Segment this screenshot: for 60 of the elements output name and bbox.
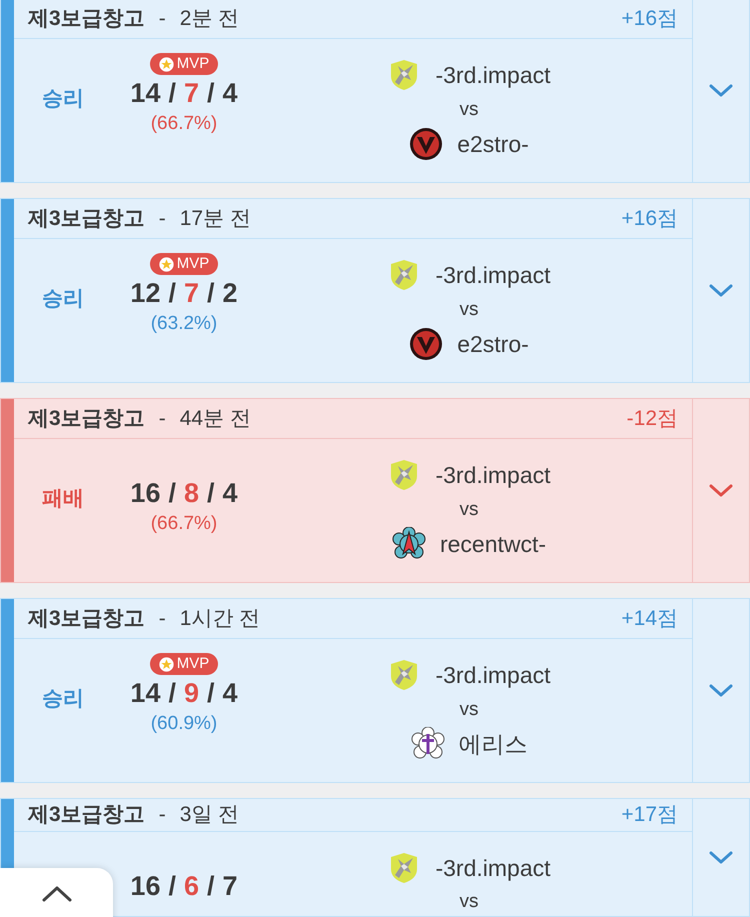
time-ago: 2분 전 [180,6,240,32]
separator: - [158,206,166,232]
star-icon [158,656,174,672]
team-name: e2stro- [457,330,529,359]
time-ago: 3일 전 [180,802,240,828]
versus-label: vs [460,698,478,722]
team-name: e2stro- [457,130,529,159]
chevron-down-icon [709,850,733,864]
map-name: 제3보급창고 [28,206,145,232]
time-ago: 17분 전 [180,206,251,232]
result-label: 승리 [42,87,84,110]
separator: - [158,802,166,828]
scroll-top-button[interactable] [0,868,113,917]
points-change: -12점 [626,406,678,432]
chevron-down-icon [709,484,733,498]
chevron-down-icon [709,684,733,698]
kill-share: (66.7%) [150,112,218,136]
separator: - [158,406,166,432]
chevron-down-icon [709,284,733,298]
points-change: +16점 [621,6,678,32]
mvp-badge: MVP [150,53,218,75]
map-name: 제3보급창고 [28,802,145,828]
time-ago: 1시간 전 [180,606,260,632]
star-icon [158,256,174,272]
points-change: +16점 [621,206,678,232]
separator: - [158,606,166,632]
result-label: 승리 [42,687,84,710]
chevron-down-icon [709,84,733,98]
kill-share: (66.7%) [150,512,218,536]
kda-score: 16 / 6 / 7 [130,870,238,902]
time-ago: 44분 전 [180,406,251,432]
kda-score: 12 / 7 / 2 [130,277,238,310]
map-name: 제3보급창고 [28,606,145,632]
kill-share: (60.9%) [150,712,218,736]
map-name: 제3보급창고 [28,6,145,32]
star-icon [158,56,174,72]
caret-up-icon [42,886,72,902]
map-name: 제3보급창고 [28,406,145,432]
mvp-badge: MVP [150,253,218,275]
kill-share: (63.2%) [150,312,218,336]
kda-score: 14 / 9 / 4 [130,677,238,710]
mvp-badge: MVP [150,653,218,675]
versus-label: vs [460,298,478,322]
team-name: -3rd.impact [435,661,551,690]
kda-score: 14 / 7 / 4 [130,77,238,110]
result-label: 패배 [42,487,84,510]
result-label: 승리 [42,287,84,310]
versus-label: vs [460,98,478,122]
points-change: +14점 [621,606,678,632]
team-name: -3rd.impact [435,461,551,490]
points-change: +17점 [621,802,678,828]
team-name: -3rd.impact [435,261,551,290]
separator: - [158,6,166,32]
team-name: -3rd.impact [435,854,551,883]
team-name: 에리스 [458,730,528,759]
versus-label: vs [460,498,478,522]
versus-label: vs [460,890,478,914]
team-name: recentwct- [440,530,546,559]
kda-score: 16 / 8 / 4 [130,477,238,510]
team-name: -3rd.impact [435,61,551,90]
